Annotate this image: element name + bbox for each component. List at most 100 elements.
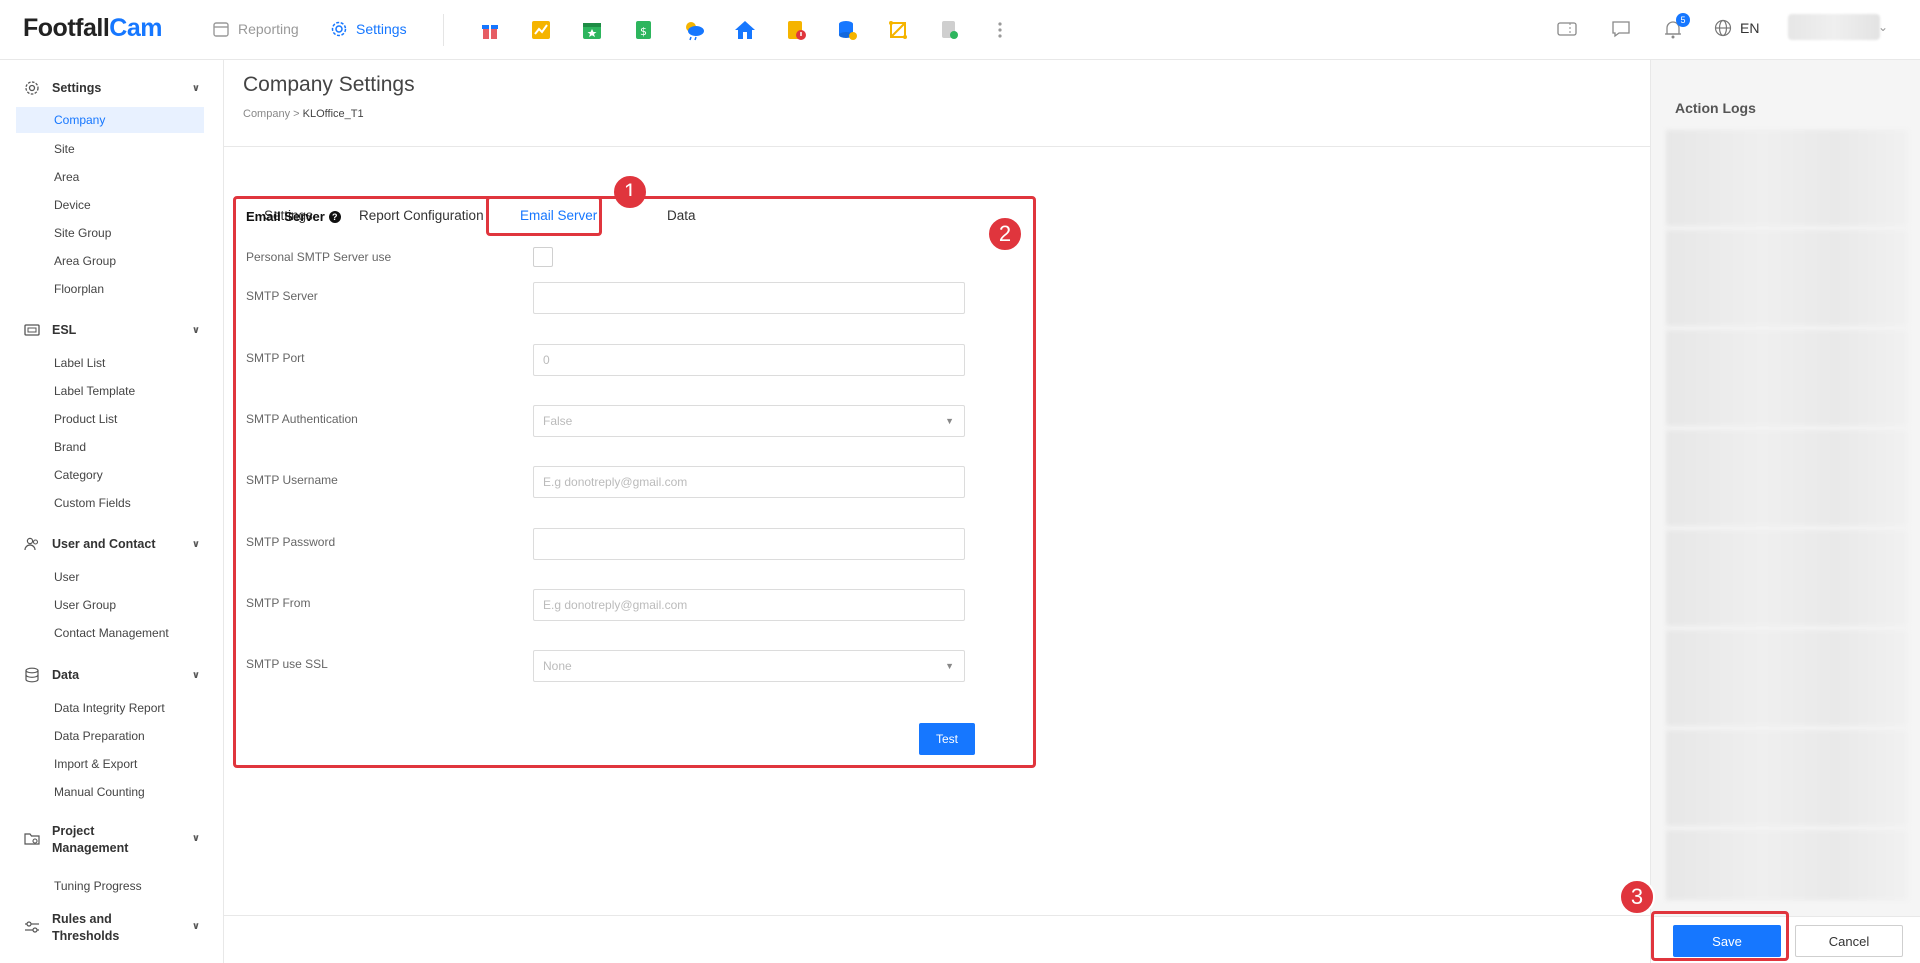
smtp-auth-select[interactable]: False ▼ xyxy=(533,405,965,437)
star-calendar-icon[interactable] xyxy=(580,18,604,42)
logo-text-accent: Cam xyxy=(109,14,162,42)
sidebar-item-site[interactable]: Site xyxy=(54,142,75,156)
breadcrumb-separator: > xyxy=(293,108,300,120)
action-logs-panel: Action Logs Save Cancel xyxy=(1650,60,1920,963)
sidebar-item-category[interactable]: Category xyxy=(54,468,103,482)
home-icon[interactable] xyxy=(733,18,757,42)
chevron-down-icon[interactable]: ⌄ xyxy=(1878,20,1888,34)
sidebar-item-data-integrity-report[interactable]: Data Integrity Report xyxy=(54,701,165,715)
gear-icon xyxy=(331,21,347,37)
nav-settings-label: Settings xyxy=(356,21,407,37)
folder-gear-icon xyxy=(24,833,40,845)
weather-icon[interactable] xyxy=(682,18,706,42)
sidebar-group-data[interactable]: Data ∨ xyxy=(24,667,200,683)
sidebar-group-label: Settings xyxy=(52,81,102,95)
smtp-password-input[interactable] xyxy=(533,528,965,560)
chat-icon[interactable] xyxy=(1610,18,1632,40)
smtp-password-label: SMTP Password xyxy=(246,535,336,549)
smtp-ssl-select[interactable]: None ▼ xyxy=(533,650,965,682)
breadcrumb-current: KLOffice_T1 xyxy=(302,108,364,120)
form-section-title-text: Email Server xyxy=(246,209,325,224)
sidebar-item-device[interactable]: Device xyxy=(54,198,91,212)
sidebar-item-manual-counting[interactable]: Manual Counting xyxy=(54,785,145,799)
nav-reporting-label: Reporting xyxy=(238,21,299,37)
sidebar-item-user[interactable]: User xyxy=(54,570,79,584)
breadcrumb-root[interactable]: Company xyxy=(243,108,290,120)
log-entry xyxy=(1666,730,1908,826)
sidebar-item-label-template[interactable]: Label Template xyxy=(54,384,135,398)
action-logs-title: Action Logs xyxy=(1675,100,1756,116)
nav-settings[interactable]: Settings xyxy=(330,20,407,38)
smtp-port-input[interactable]: 0 xyxy=(533,344,965,376)
sidebar-group-project-management[interactable]: Project Management ∨ xyxy=(24,823,200,857)
smtp-from-input[interactable]: E.g donotreply@gmail.com xyxy=(533,589,965,621)
smtp-ssl-value: None xyxy=(543,659,572,673)
sidebar-item-label-list[interactable]: Label List xyxy=(54,356,105,370)
top-bar: FootfallCam Reporting Settings $ 5 EN ⌄ xyxy=(0,0,1920,60)
log-entry xyxy=(1666,130,1908,226)
sidebar-item-user-group[interactable]: User Group xyxy=(54,598,116,612)
gear-icon xyxy=(25,81,39,95)
sidebar-group-settings[interactable]: Settings ∨ xyxy=(24,80,200,96)
sidebar-group-esl[interactable]: ESL ∨ xyxy=(24,322,200,338)
sidebar-item-site-group[interactable]: Site Group xyxy=(54,226,111,240)
globe-icon xyxy=(1714,19,1732,37)
chevron-down-icon: ∨ xyxy=(191,833,200,844)
tab-bar-divider xyxy=(224,146,1650,147)
smtp-server-input[interactable] xyxy=(533,282,965,314)
test-button[interactable]: Test xyxy=(919,723,975,755)
logo-text-primary: Footfall xyxy=(23,14,110,42)
chevron-down-icon: ∨ xyxy=(191,669,200,681)
ticket-icon[interactable] xyxy=(1556,18,1578,40)
chart-icon[interactable] xyxy=(529,18,553,42)
log-entry xyxy=(1666,330,1908,426)
language-selector[interactable]: EN xyxy=(1714,19,1759,37)
polygon-icon[interactable] xyxy=(886,18,910,42)
sidebar-item-contact-management[interactable]: Contact Management xyxy=(54,626,169,640)
sidebar-group-label: ESL xyxy=(52,323,77,337)
sidebar-item-area[interactable]: Area xyxy=(54,170,79,184)
doc-alert-icon[interactable] xyxy=(784,18,808,42)
sidebar-group-rules-thresholds[interactable]: Rules and Thresholds ∨ xyxy=(24,911,200,945)
sidebar-group-label: Project xyxy=(52,824,95,838)
sidebar-group-user-contact[interactable]: User and Contact ∨ xyxy=(24,536,200,552)
dollar-doc-icon[interactable]: $ xyxy=(631,18,655,42)
gift-icon[interactable] xyxy=(478,18,502,42)
annotation-marker-2: 2 xyxy=(987,216,1023,252)
cancel-button[interactable]: Cancel xyxy=(1795,925,1903,957)
sidebar-item-area-group[interactable]: Area Group xyxy=(54,254,116,268)
help-icon[interactable]: ? xyxy=(328,210,341,223)
bell-icon[interactable]: 5 xyxy=(1662,13,1690,40)
chevron-down-icon: ∨ xyxy=(191,921,200,932)
sidebar-item-data-preparation[interactable]: Data Preparation xyxy=(54,729,145,743)
database-icon[interactable] xyxy=(835,18,859,42)
form-section-title: Email Server ? xyxy=(246,209,341,224)
log-entry xyxy=(1666,430,1908,526)
label-icon xyxy=(24,324,40,336)
caret-down-icon: ▼ xyxy=(945,661,954,671)
nav-divider xyxy=(443,14,444,46)
personal-smtp-checkbox[interactable] xyxy=(533,247,553,267)
log-entry xyxy=(1666,630,1908,726)
sidebar-item-floorplan[interactable]: Floorplan xyxy=(54,282,104,296)
svg-text:$: $ xyxy=(640,25,647,38)
sidebar-item-company[interactable]: Company xyxy=(16,107,204,133)
user-menu[interactable] xyxy=(1788,14,1880,40)
sidebar-group-label: Data xyxy=(52,668,80,682)
sidebar-item-custom-fields[interactable]: Custom Fields xyxy=(54,496,131,510)
sidebar-item-brand[interactable]: Brand xyxy=(54,440,86,454)
app-logo[interactable]: FootfallCam xyxy=(23,14,162,43)
sidebar-item-tuning-progress[interactable]: Tuning Progress xyxy=(54,879,142,893)
sidebar-group-label-line2: Thresholds xyxy=(52,929,120,943)
main-content: Company Settings Company > KLOffice_T1 S… xyxy=(224,60,1650,963)
annotation-marker-3: 3 xyxy=(1619,879,1655,915)
sidebar-item-product-list[interactable]: Product List xyxy=(54,412,117,426)
smtp-username-input[interactable]: E.g donotreply@gmail.com xyxy=(533,466,965,498)
smtp-auth-value: False xyxy=(543,414,573,428)
report-icon[interactable] xyxy=(937,18,961,42)
database-icon xyxy=(25,667,39,683)
more-icon[interactable] xyxy=(988,18,1012,42)
nav-reporting[interactable]: Reporting xyxy=(212,20,299,38)
caret-down-icon: ▼ xyxy=(945,416,954,426)
sidebar-item-import-export[interactable]: Import & Export xyxy=(54,757,137,771)
